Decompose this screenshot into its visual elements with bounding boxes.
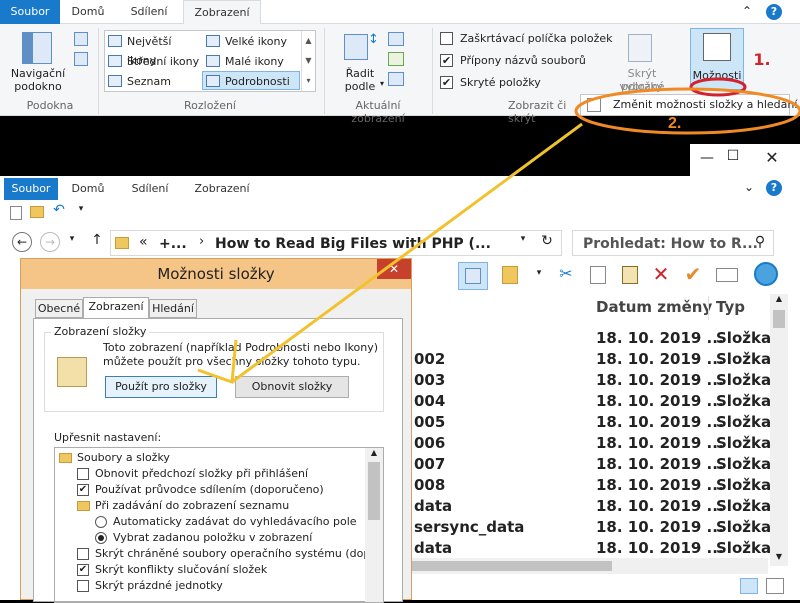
annotation-overlay: 2. [197, 77, 800, 385]
annotation-arrow-line [231, 122, 583, 384]
annotation-oval-menu [574, 87, 800, 135]
annotation-step2: 2. [668, 115, 681, 132]
annotation-arrow-head [197, 339, 238, 385]
